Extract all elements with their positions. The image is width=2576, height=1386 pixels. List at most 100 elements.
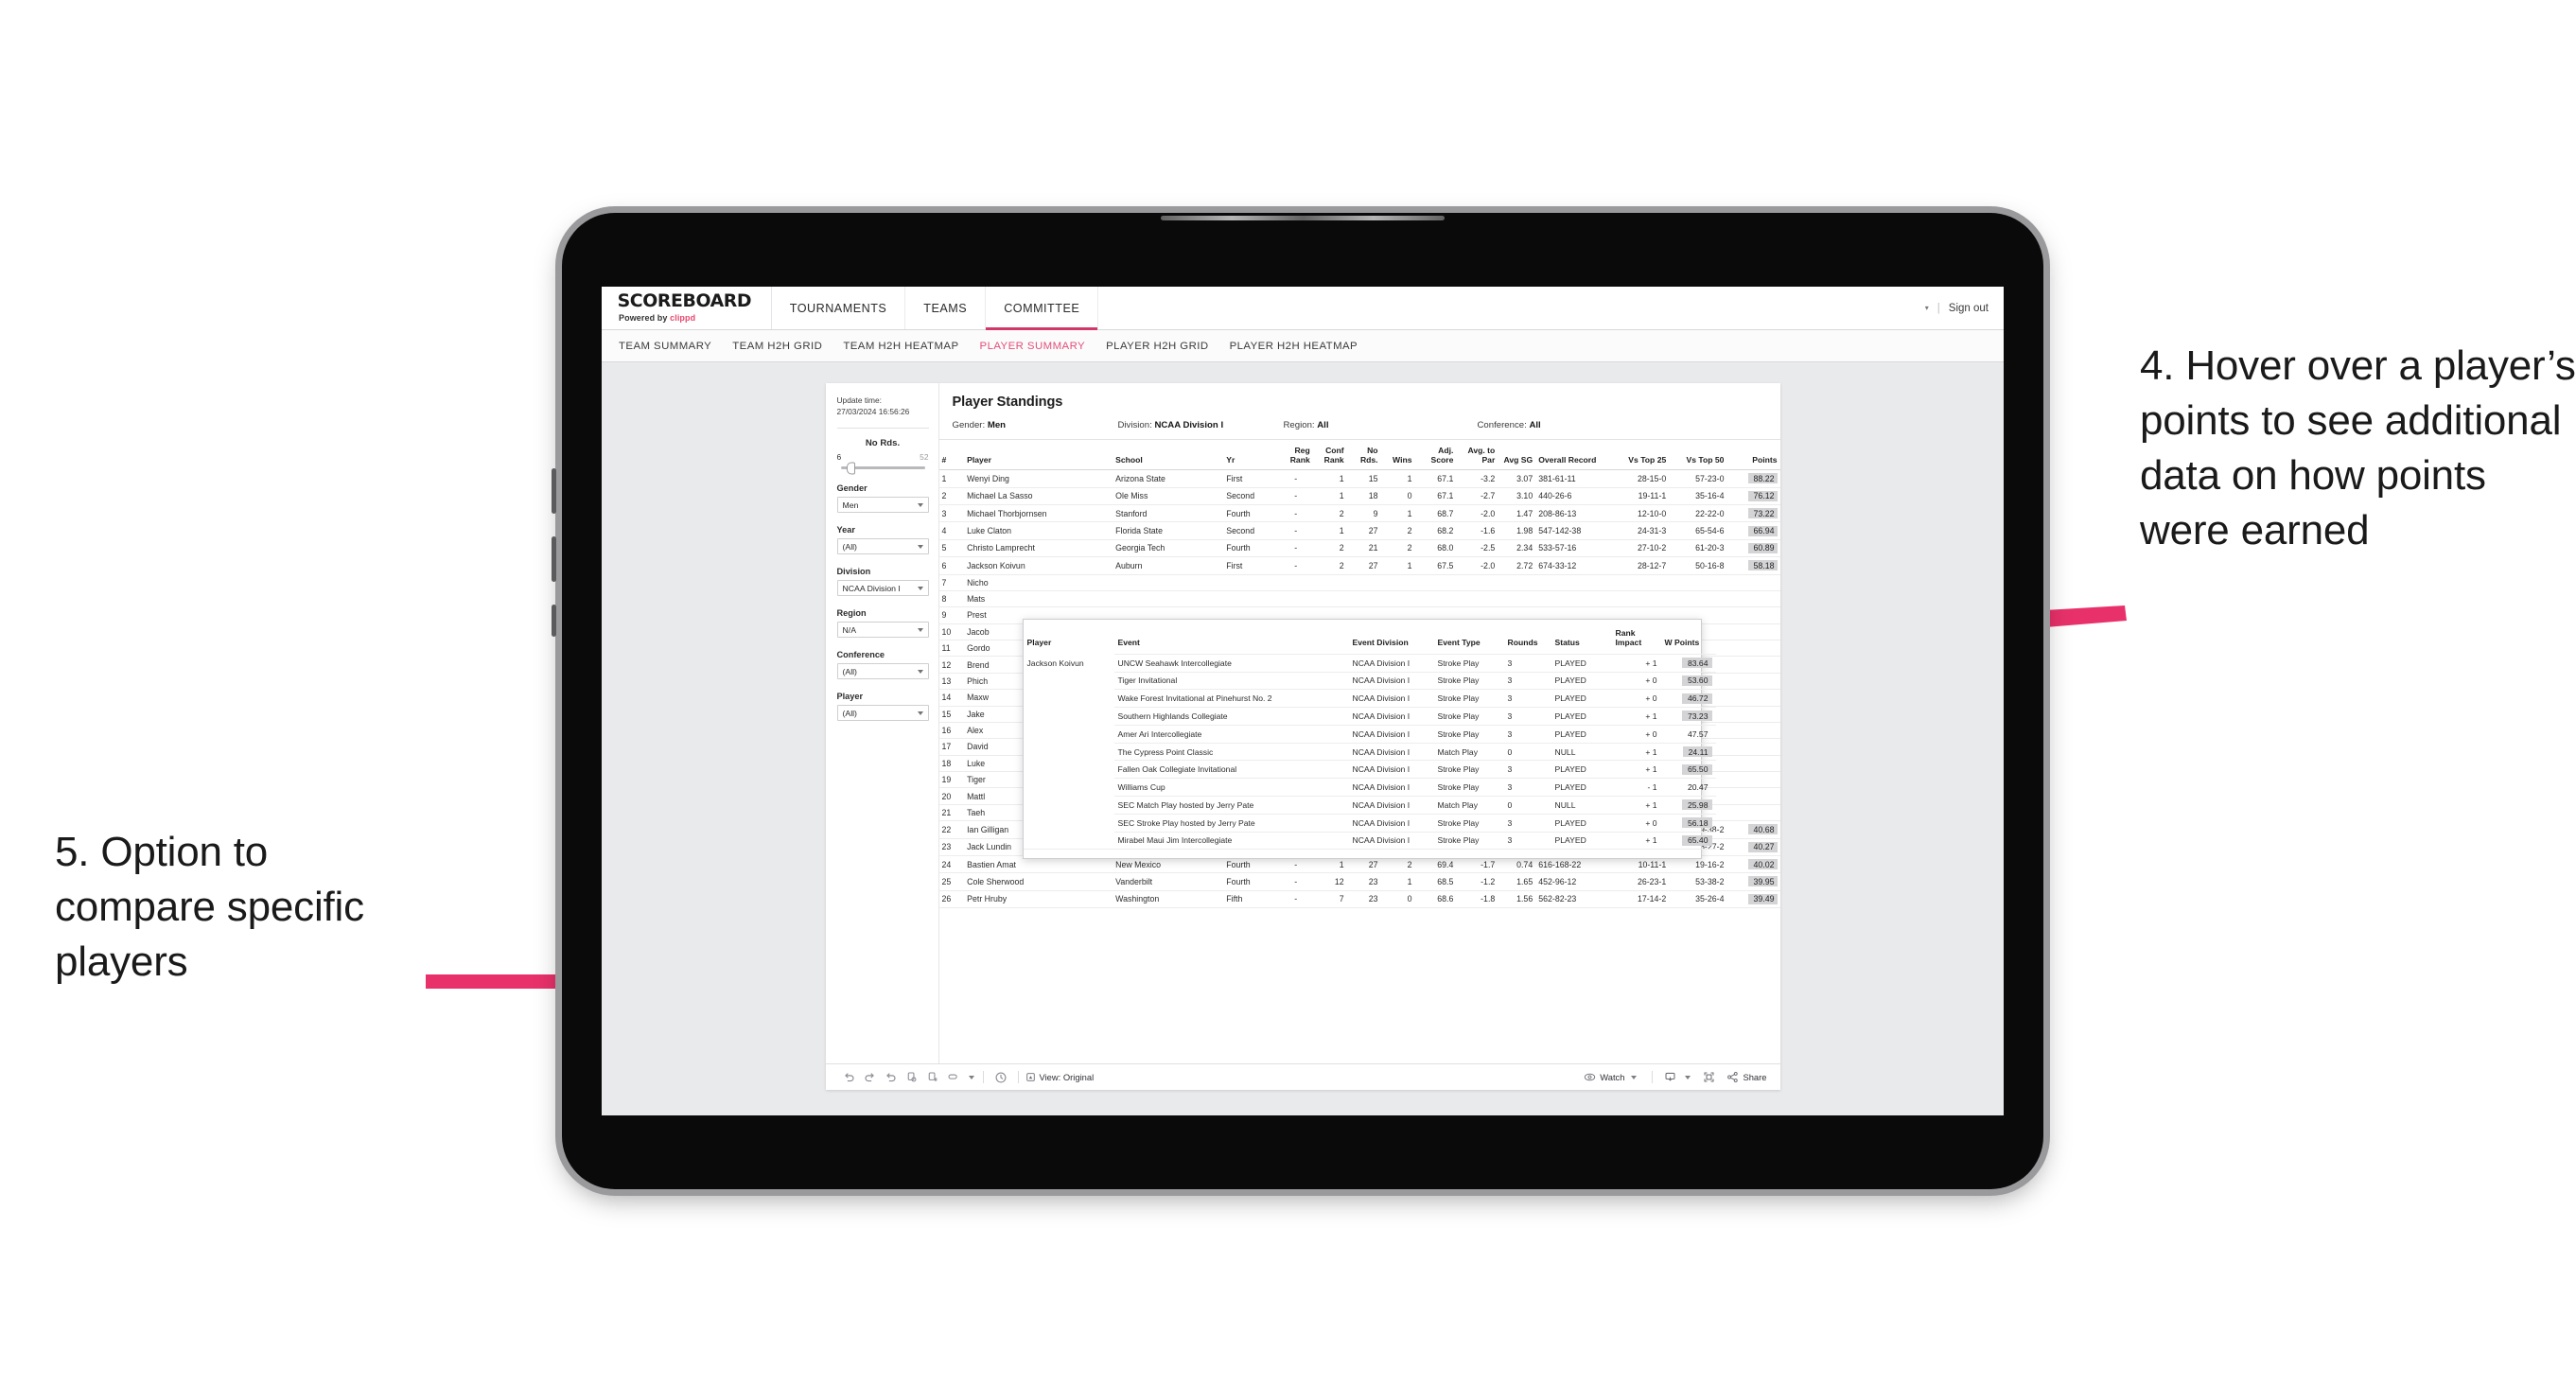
cell-avg-to-par: -2.0 (1456, 504, 1498, 523)
cell-points[interactable]: 66.94 (1726, 521, 1780, 540)
meta-conference-value: All (1529, 420, 1541, 430)
cell-points[interactable] (1726, 640, 1780, 658)
cell-points[interactable]: 40.27 (1726, 838, 1780, 856)
cell-points[interactable] (1726, 706, 1780, 723)
col-overall-record[interactable]: Overall Record (1535, 440, 1612, 471)
table-row[interactable]: 26 Petr Hruby Washington Fifth -7 23 0 68.6 -1.8… (938, 890, 1780, 909)
tooltip-cell-event-division: NCAA Division I (1348, 760, 1434, 779)
no-rounds-slider-track[interactable] (840, 462, 925, 475)
no-rounds-slider-thumb[interactable] (846, 462, 855, 475)
cell-player: Michael Thorbjornsen (964, 504, 1113, 523)
cell-points[interactable] (1726, 590, 1780, 608)
cell-points[interactable] (1726, 755, 1780, 773)
sign-out-link[interactable]: Sign out (1949, 303, 1989, 314)
table-row[interactable]: 7 Nicho (938, 574, 1780, 591)
cell-points[interactable]: 58.18 (1726, 556, 1780, 575)
volume-up-button[interactable] (552, 468, 556, 514)
filter-division-select[interactable]: NCAA Division I (836, 580, 929, 597)
meta-conference: Conference: All (1478, 420, 1541, 430)
cell-points[interactable]: 39.95 (1726, 872, 1780, 891)
nav-tournaments[interactable]: TOURNAMENTS (772, 287, 906, 329)
cell-points[interactable]: 40.02 (1726, 855, 1780, 874)
cell-overall-record: 440-26-6 (1535, 487, 1612, 506)
table-row[interactable]: 3 Michael Thorbjornsen Stanford Fourth -2 9 1 6… (938, 504, 1780, 523)
cell-points[interactable] (1726, 574, 1780, 591)
volume-down-button[interactable] (552, 536, 556, 582)
cell-points[interactable] (1726, 623, 1780, 641)
cell-points[interactable] (1726, 804, 1780, 822)
col-wins[interactable]: Wins (1380, 440, 1415, 471)
tooltip-cell-player (1024, 690, 1114, 708)
tab-player-h2h-heatmap[interactable]: PLAYER H2H HEATMAP (1230, 341, 1379, 352)
nav-teams[interactable]: TEAMS (905, 287, 987, 329)
cell-school: Auburn (1113, 556, 1224, 575)
cell-points[interactable] (1726, 722, 1780, 740)
cell-points[interactable]: 73.22 (1726, 504, 1780, 523)
col-yr[interactable]: Yr (1223, 440, 1279, 471)
cell-points[interactable] (1726, 771, 1780, 789)
filter-conference-select[interactable]: (All) (836, 663, 929, 680)
table-row[interactable]: 6 Jackson Koivun Auburn First -2 27 1 67.5 -2.0 2… (938, 556, 1780, 575)
tab-team-summary[interactable]: TEAM SUMMARY (619, 341, 732, 352)
table-row[interactable]: 2 Michael La Sasso Ole Miss Second -1 18 0 67.1… (938, 487, 1780, 506)
col-reg-rank[interactable]: Reg Rank (1278, 440, 1313, 471)
col-adj-score[interactable]: Adj. Score (1414, 440, 1457, 471)
cell-no-rds (1346, 574, 1381, 591)
table-row[interactable]: 25 Cole Sherwood Vanderbilt Fourth -12 23 1 68.… (938, 872, 1780, 891)
filter-region-select[interactable]: N/A (836, 622, 929, 639)
cell-points[interactable] (1726, 689, 1780, 707)
table-row[interactable]: 5 Christo Lamprecht Georgia Tech Fourth -2 21… (938, 539, 1780, 558)
cell-vs-top-25 (1611, 574, 1670, 591)
tooltip-row: The Cypress Point Classic NCAA Division I… (1024, 742, 1716, 761)
tooltip-cell-rank-impact: + 0 (1611, 671, 1661, 690)
cell-points[interactable] (1726, 656, 1780, 674)
nav-committee[interactable]: COMMITTEE (986, 287, 1099, 330)
cell-rank: 4 (938, 521, 965, 540)
filter-player-select[interactable]: (All) (836, 705, 929, 722)
col-avg-sg[interactable]: Avg SG (1498, 440, 1536, 471)
tab-team-h2h-heatmap[interactable]: TEAM H2H HEATMAP (843, 341, 979, 352)
filter-gender-select[interactable]: Men (836, 497, 929, 514)
redo-icon[interactable] (860, 1068, 881, 1087)
refresh-data-icon[interactable] (902, 1068, 922, 1087)
cell-points[interactable] (1726, 606, 1780, 624)
cell-points[interactable] (1726, 738, 1780, 756)
meta-region: Region: All (1284, 420, 1478, 430)
cell-points[interactable]: 40.68 (1726, 820, 1780, 839)
cell-points[interactable] (1726, 673, 1780, 691)
table-row[interactable]: 4 Luke Claton Florida State Second -1 27 2 68.2… (938, 521, 1780, 540)
cell-points[interactable]: 76.12 (1726, 487, 1780, 506)
filter-year-select[interactable]: (All) (836, 538, 929, 555)
cell-reg-rank: - (1278, 556, 1313, 575)
power-button[interactable] (552, 605, 556, 637)
col-conf-rank[interactable]: Conf Rank (1312, 440, 1347, 471)
col-vs-top-50[interactable]: Vs Top 50 (1669, 440, 1727, 471)
cell-points[interactable]: 88.22 (1726, 469, 1780, 488)
col-rank[interactable]: # (938, 440, 965, 471)
standings-table-scroll[interactable]: # Player School Yr Reg Rank Conf Rank No… (938, 440, 1780, 1115)
tab-player-summary[interactable]: PLAYER SUMMARY (980, 341, 1107, 352)
filter-conference-value: (All) (842, 666, 857, 676)
cell-points[interactable]: 60.89 (1726, 539, 1780, 558)
table-row[interactable]: 1 Wenyi Ding Arizona State First -1 15 1 67.1 -3… (938, 469, 1780, 488)
col-player[interactable]: Player (964, 440, 1113, 471)
page-root: 4. Hover over a player’s points to see a… (0, 0, 2576, 1386)
tab-team-h2h-grid[interactable]: TEAM H2H GRID (732, 341, 843, 352)
col-vs-top-25[interactable]: Vs Top 25 (1611, 440, 1670, 471)
cell-reg-rank: - (1278, 539, 1313, 558)
chevron-down-icon[interactable]: ▾ (1925, 304, 1929, 312)
revert-icon[interactable] (881, 1068, 902, 1087)
col-school[interactable]: School (1113, 440, 1224, 471)
undo-icon[interactable] (839, 1068, 860, 1087)
col-no-rds[interactable]: No Rds. (1346, 440, 1381, 471)
tooltip-cell-rounds: 0 (1503, 796, 1551, 815)
filter-region-label: Region (836, 608, 867, 619)
brand-logo[interactable]: SCOREBOARD Powered by clippd (602, 287, 772, 329)
col-avg-to-par[interactable]: Avg. to Par (1456, 440, 1498, 471)
col-points[interactable]: Points (1726, 440, 1780, 471)
tab-player-h2h-grid[interactable]: PLAYER H2H GRID (1106, 341, 1229, 352)
table-row[interactable]: 8 Mats (938, 590, 1780, 608)
update-time-value: 27/03/2024 16:56:26 (836, 407, 910, 417)
cell-points[interactable] (1726, 787, 1780, 805)
cell-points[interactable]: 39.49 (1726, 890, 1780, 909)
